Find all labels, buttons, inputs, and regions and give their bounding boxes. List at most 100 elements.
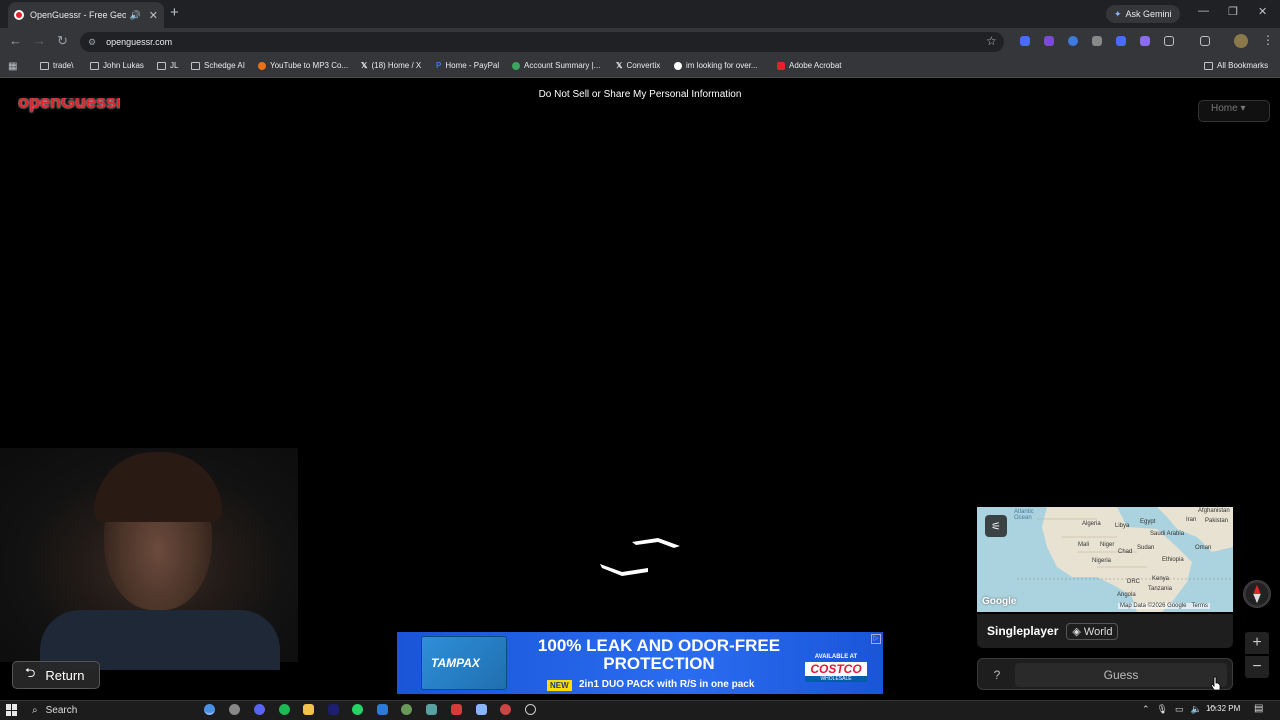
bookmark-paypal[interactable]: P Home - PayPal (436, 61, 499, 70)
bookmark-label: YouTube to MP3 Co... (270, 61, 349, 70)
extension-5-icon[interactable] (1116, 36, 1126, 46)
reload-icon[interactable]: ↻ (57, 33, 68, 49)
bookmark-label: Convertix (626, 61, 661, 70)
bookmark-label: (18) Home / X (371, 61, 422, 70)
extension-6-icon[interactable] (1140, 36, 1150, 46)
close-window-icon[interactable]: ✕ (1258, 5, 1267, 18)
chevron-up-icon[interactable]: ⌃ (1142, 704, 1150, 715)
map-label: Egypt (1140, 519, 1156, 525)
bookmark-account-summary[interactable]: Account Summary |... (512, 61, 600, 70)
youtube-mp3-favicon-icon (258, 61, 266, 70)
zoom-in-button[interactable]: + (1245, 632, 1269, 654)
map-settings-sliders-icon[interactable]: ⚟ (985, 515, 1007, 537)
whatsapp-taskbar-icon[interactable] (352, 704, 363, 715)
microphone-icon[interactable]: 🎙 (1157, 704, 1168, 715)
bookmark-trade[interactable]: trade\ (40, 61, 73, 70)
taskbar-search[interactable]: ⌕ Search (26, 702, 192, 718)
map-label: Algeria (1082, 521, 1101, 527)
windows-taskbar (0, 700, 1280, 720)
ask-gemini-button[interactable]: ✦ Ask Gemini (1106, 5, 1180, 23)
map-label: Ocean (1014, 515, 1032, 521)
browser-tab[interactable]: OpenGuessr - Free GeoGue 🔊 ✕ (8, 2, 164, 28)
discord-taskbar-icon[interactable] (254, 704, 265, 715)
all-bookmarks-button[interactable]: All Bookmarks (1204, 61, 1268, 70)
apps-grid-icon[interactable]: ▦ (8, 61, 17, 72)
spotify-taskbar-icon[interactable] (279, 704, 290, 715)
notifications-icon[interactable]: ▤ (1254, 703, 1263, 714)
profile-avatar[interactable] (1234, 34, 1248, 48)
taskbar-clock[interactable]: 10:32 PM (1206, 704, 1240, 713)
map-terms-link[interactable]: Terms (1191, 603, 1207, 609)
ad-available-at: AVAILABLE AT (814, 654, 858, 660)
bookmark-schedge-ai[interactable]: Schedge AI (191, 61, 245, 70)
chevron-down-icon: ▾ (1240, 103, 1246, 114)
restore-icon[interactable]: ❐ (1228, 5, 1238, 18)
forward-icon[interactable]: → (33, 33, 46, 48)
extensions-puzzle-icon[interactable] (1164, 36, 1174, 46)
bookmark-convertix[interactable]: 𝕏 Convertix (616, 61, 660, 70)
bookmark-youtube-mp3[interactable]: YouTube to MP3 Co... (258, 61, 348, 70)
app-taskbar-icon[interactable] (451, 704, 462, 715)
address-bar[interactable]: ⚙ openguessr.com (80, 32, 1004, 52)
file-explorer-taskbar-icon[interactable] (303, 704, 314, 715)
return-label: Return (45, 667, 85, 683)
home-button[interactable]: Home ▾ (1198, 100, 1270, 122)
ad-choices-icon[interactable]: ▷ (871, 634, 881, 644)
premiere-taskbar-icon[interactable] (328, 704, 339, 715)
help-button[interactable]: ? (984, 663, 1010, 687)
extension-4-icon[interactable] (1092, 36, 1102, 46)
ad-new-badge: NEW (547, 680, 572, 691)
bookmark-label: im looking for over... (686, 61, 758, 70)
guess-button[interactable]: Guess (1015, 663, 1227, 687)
extension-1-icon[interactable] (1020, 36, 1030, 46)
site-info-icon[interactable]: ⚙ (88, 37, 96, 48)
map-label: Chad (1118, 549, 1133, 555)
x-logo-icon: 𝕏 (616, 61, 623, 70)
all-bookmarks-label: All Bookmarks (1217, 61, 1269, 70)
extension-3-icon[interactable] (1068, 36, 1078, 46)
volume-icon[interactable]: 🔈 (1191, 704, 1202, 715)
bookmark-john-lukas[interactable]: John Lukas (90, 61, 144, 70)
map-label: Tanzania (1148, 586, 1173, 592)
minimize-icon[interactable]: — (1198, 5, 1209, 17)
do-not-sell-link[interactable]: Do Not Sell or Share My Personal Informa… (0, 89, 1280, 100)
return-button[interactable]: ⮌ Return (12, 661, 100, 689)
app-taskbar-icon[interactable] (401, 704, 412, 715)
map-label: Sudan (1137, 545, 1155, 551)
menu-kebab-icon[interactable]: ⋮ (1262, 33, 1274, 47)
zoom-out-button[interactable]: − (1245, 656, 1269, 678)
vscode-taskbar-icon[interactable] (377, 704, 388, 715)
close-tab-icon[interactable]: ✕ (149, 9, 158, 22)
bookmark-label: Schedge AI (204, 61, 245, 70)
windows-start-icon[interactable] (6, 704, 18, 716)
side-panel-icon[interactable] (1200, 36, 1210, 46)
network-icon[interactable]: ▭ (1175, 704, 1184, 715)
app-taskbar-icon[interactable] (500, 704, 511, 715)
compass-icon[interactable] (1243, 580, 1271, 608)
app-taskbar-icon[interactable] (525, 704, 536, 715)
audio-icon[interactable]: 🔊 (130, 10, 141, 21)
settings-taskbar-icon[interactable] (229, 704, 240, 715)
extension-2-icon[interactable] (1044, 36, 1054, 46)
chrome-taskbar-icon[interactable] (204, 704, 215, 715)
map-credit: Map Data ©2026 Google Terms (1118, 603, 1210, 609)
bookmark-star-icon[interactable]: ☆ (986, 34, 997, 48)
bookmark-im-looking[interactable]: im looking for over... (674, 61, 758, 70)
new-tab-button[interactable]: + (170, 4, 179, 21)
bookmark-label: trade\ (53, 61, 74, 70)
openai-favicon-icon (674, 61, 682, 70)
ad-store-sub: WHOLESALE (805, 676, 867, 682)
app-taskbar-icon[interactable] (476, 704, 487, 715)
return-arrow-icon: ⮌ (25, 665, 36, 680)
app-taskbar-icon[interactable] (426, 704, 437, 715)
bookmark-x-home[interactable]: 𝕏 (18) Home / X (361, 61, 421, 70)
region-label: World (1083, 625, 1113, 638)
bookmark-adobe-acrobat[interactable]: Adobe Acrobat (777, 61, 841, 70)
ad-store-name: COSTCO (805, 662, 867, 676)
advertisement-banner[interactable]: TAMPAX 100% LEAK AND ODOR-FREE PROTECTIO… (397, 632, 883, 694)
back-icon[interactable]: ← (9, 33, 22, 48)
openguessr-logo[interactable]: openGuessr (18, 98, 120, 114)
region-badge[interactable]: ◈ World (1066, 622, 1119, 640)
bookmark-jl[interactable]: JL (157, 61, 178, 70)
hand-cursor-icon (1210, 676, 1221, 691)
